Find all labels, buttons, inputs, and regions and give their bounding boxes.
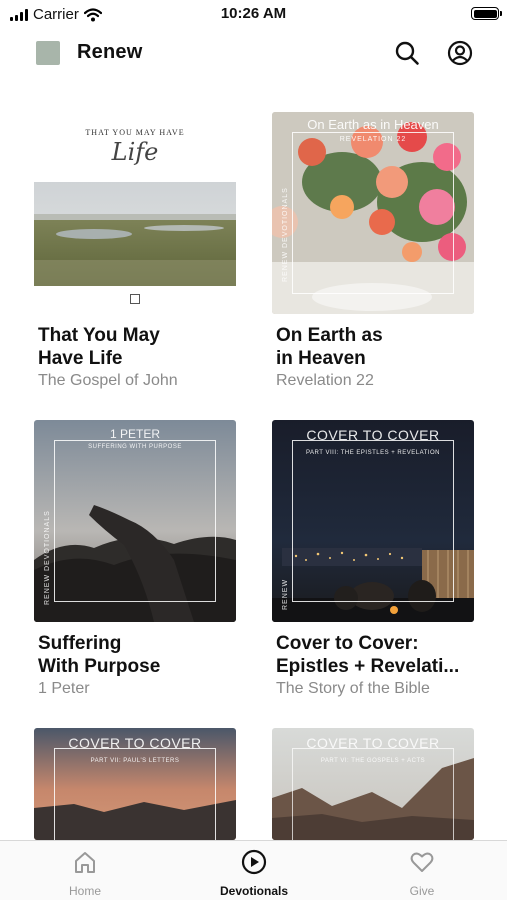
app-logo: [36, 41, 60, 65]
card-title: Suffering With Purpose: [38, 633, 161, 677]
card-title: On Earth as in Heaven: [276, 325, 383, 369]
devotional-cover: 1 PETER SUFFERING WITH PURPOSE RENEW DEV…: [34, 420, 236, 622]
cover-frame: [54, 440, 216, 602]
card-subtitle: 1 Peter: [38, 680, 90, 697]
cover-heading: COVER TO COVER: [68, 735, 202, 751]
tab-devotionals-label: Devotionals: [219, 884, 288, 898]
cover-heading: On Earth as in Heaven: [307, 117, 439, 132]
cover-frame: [292, 440, 454, 602]
card-title: That You May Have Life: [38, 325, 160, 369]
app-header: Renew: [0, 38, 507, 68]
account-icon: [447, 40, 473, 66]
app-title: Renew: [77, 41, 143, 63]
search-icon: [395, 41, 419, 65]
account-button[interactable]: [445, 38, 475, 68]
tab-home[interactable]: Home: [25, 849, 145, 898]
tab-home-label: Home: [68, 884, 101, 898]
status-time: 10:26 AM: [220, 5, 287, 22]
cover-subheading: SUFFERING WITH PURPOSE: [88, 444, 182, 450]
play-circle-icon: [241, 849, 267, 875]
cover-subheading: PART VI: THE GOSPELS + ACTS: [320, 758, 426, 764]
heart-icon: [410, 852, 434, 872]
cover-vertical-label: RENEW: [282, 578, 289, 610]
cover-subheading: PART VII: PAUL'S LETTERS: [90, 758, 180, 764]
devotional-cover: THAT YOU MAY HAVE Life: [34, 112, 236, 314]
cover-heading: COVER TO COVER: [306, 427, 440, 443]
home-icon: [75, 852, 95, 873]
search-button[interactable]: [392, 38, 422, 68]
tab-give[interactable]: Give: [362, 849, 482, 898]
card-subtitle: The Story of the Bible: [276, 680, 430, 697]
status-bar: Carrier 10:26 AM: [0, 0, 507, 30]
battery-icon: [471, 7, 502, 20]
cover-vertical-label: RENEW DEVOTIONALS: [282, 187, 289, 282]
cover-frame: [292, 132, 454, 294]
cover-heading: COVER TO COVER: [306, 735, 440, 751]
cover-landscape-image: [34, 182, 236, 286]
cover-subheading: REVELATION 22: [339, 136, 407, 143]
devotional-cover: COVER TO COVER PART VII: PAUL'S LETTERS: [34, 728, 236, 840]
card-subtitle: Revelation 22: [276, 372, 374, 389]
tab-devotionals[interactable]: Devotionals: [194, 849, 314, 898]
card-title: Cover to Cover: Epistles + Revelati...: [276, 633, 460, 677]
devotional-cover: On Earth as in Heaven REVELATION 22 RENE…: [272, 112, 474, 314]
devotional-cover: COVER TO COVER PART VI: THE GOSPELS + AC…: [272, 728, 474, 840]
tab-give-label: Give: [409, 884, 435, 898]
tab-bar: Home Devotionals Give: [0, 840, 507, 900]
cover-heading: THAT YOU MAY HAVE: [85, 128, 185, 137]
cover-mark-icon: [130, 294, 140, 304]
cover-script: Life: [111, 138, 159, 166]
cover-vertical-label: RENEW DEVOTIONALS: [44, 510, 51, 605]
card-subtitle: The Gospel of John: [38, 372, 178, 389]
cover-subheading: PART VIII: THE EPISTLES + REVELATION: [306, 450, 440, 456]
devotional-cover: COVER TO COVER PART VIII: THE EPISTLES +…: [272, 420, 474, 622]
cover-heading: 1 PETER: [109, 427, 160, 441]
